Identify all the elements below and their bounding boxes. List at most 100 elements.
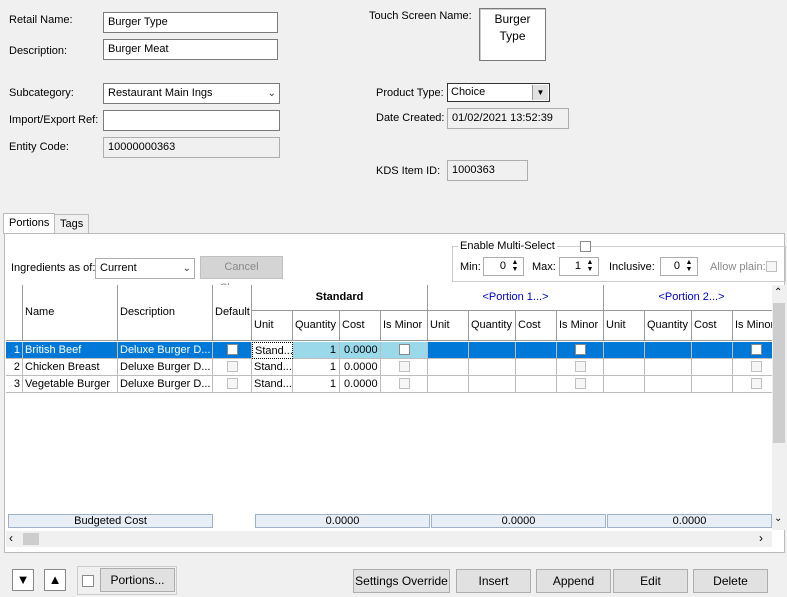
cell-cost[interactable] xyxy=(516,376,557,393)
ingredients-as-of-select[interactable]: Current ⌄ xyxy=(95,258,195,279)
insert-button[interactable]: Insert xyxy=(456,569,531,593)
tab-portions[interactable]: Portions xyxy=(3,213,56,234)
row-number[interactable]: 3 xyxy=(6,376,23,393)
chevron-up-icon[interactable]: ⌃ xyxy=(774,287,782,298)
column-header-name[interactable]: Name xyxy=(23,285,118,341)
cell-unit[interactable]: Stand... xyxy=(252,376,293,393)
cell-is-minor[interactable] xyxy=(733,376,773,393)
allow-plain-checkbox[interactable] xyxy=(766,261,777,272)
cell-cost[interactable]: 0.0000 xyxy=(340,376,381,393)
chevron-down-icon[interactable]: ⌄ xyxy=(774,513,782,524)
cell-description[interactable]: Deluxe Burger D... xyxy=(118,359,213,376)
import-export-input[interactable] xyxy=(103,110,280,131)
cell-default[interactable] xyxy=(213,376,252,393)
append-button[interactable]: Append xyxy=(536,569,611,593)
group-header-portion-1[interactable]: <Portion 1...> xyxy=(428,285,604,311)
cell-is-minor[interactable] xyxy=(557,342,604,359)
tab-tags[interactable]: Tags xyxy=(54,214,90,233)
row-number[interactable]: 2 xyxy=(6,359,23,376)
is-minor-checkbox[interactable] xyxy=(399,344,410,355)
edit-button[interactable]: Edit xyxy=(613,569,688,593)
is-minor-checkbox[interactable] xyxy=(751,378,762,389)
cell-unit[interactable] xyxy=(428,359,469,376)
cell-is-minor[interactable] xyxy=(733,359,773,376)
inclusive-stepper[interactable]: 0 ▲ ▼ xyxy=(660,257,698,276)
cell-cost[interactable] xyxy=(516,359,557,376)
cell-unit[interactable]: Stand... xyxy=(252,342,293,359)
column-header-description[interactable]: Description xyxy=(118,285,213,341)
portions-button[interactable]: Portions... xyxy=(100,568,175,592)
cell-cost[interactable] xyxy=(692,359,733,376)
portions-toggle-checkbox[interactable] xyxy=(82,575,94,587)
is-minor-checkbox[interactable] xyxy=(751,361,762,372)
cell-unit[interactable] xyxy=(604,359,645,376)
description-input[interactable]: Burger Meat xyxy=(103,39,278,60)
is-minor-checkbox[interactable] xyxy=(399,378,410,389)
cell-is-minor[interactable] xyxy=(557,376,604,393)
enable-multi-select-checkbox[interactable] xyxy=(580,241,591,252)
cell-unit[interactable] xyxy=(604,376,645,393)
cell-quantity[interactable]: 1 xyxy=(293,376,340,393)
cell-quantity[interactable] xyxy=(645,359,692,376)
cell-name[interactable]: Vegetable Burger xyxy=(23,376,118,393)
scrollbar-thumb[interactable] xyxy=(23,533,39,545)
settings-override-button[interactable]: Settings Override xyxy=(353,569,450,593)
delete-button[interactable]: Delete xyxy=(693,569,768,593)
cell-cost[interactable] xyxy=(516,342,557,359)
cell-is-minor[interactable] xyxy=(381,342,428,359)
cell-default[interactable] xyxy=(213,359,252,376)
column-header-default[interactable]: Default xyxy=(213,285,252,341)
move-down-button[interactable]: ▼ xyxy=(12,569,34,591)
cancel-changes-button[interactable]: Cancel Changes xyxy=(200,256,283,294)
cell-unit[interactable] xyxy=(428,342,469,359)
cell-is-minor[interactable] xyxy=(381,376,428,393)
cell-is-minor[interactable] xyxy=(381,359,428,376)
cell-cost[interactable]: 0.0000 xyxy=(340,342,381,359)
cell-quantity[interactable]: 1 xyxy=(293,359,340,376)
horizontal-scrollbar[interactable]: ‹ › xyxy=(6,531,772,547)
cell-unit[interactable] xyxy=(604,342,645,359)
is-minor-checkbox[interactable] xyxy=(575,378,586,389)
cell-is-minor[interactable] xyxy=(557,359,604,376)
move-up-button[interactable]: ▲ xyxy=(44,569,66,591)
cell-quantity[interactable] xyxy=(469,342,516,359)
cell-cost[interactable] xyxy=(692,376,733,393)
cell-name[interactable]: British Beef xyxy=(23,342,118,359)
cell-quantity[interactable] xyxy=(469,359,516,376)
vertical-scrollbar[interactable]: ⌃ ⌄ xyxy=(772,285,786,530)
cell-quantity[interactable] xyxy=(645,376,692,393)
scrollbar-thumb[interactable] xyxy=(773,303,785,443)
group-header-portion-2[interactable]: <Portion 2...> xyxy=(604,285,773,311)
cell-cost[interactable]: 0.0000 xyxy=(340,359,381,376)
max-stepper[interactable]: 1 ▲ ▼ xyxy=(559,257,599,276)
cell-unit[interactable]: Stand... xyxy=(252,359,293,376)
subcategory-select[interactable]: Restaurant Main Ings ⌄ xyxy=(103,83,280,104)
default-checkbox[interactable] xyxy=(227,361,238,372)
default-checkbox[interactable] xyxy=(227,344,238,355)
cell-description[interactable]: Deluxe Burger D... xyxy=(118,342,213,359)
min-stepper[interactable]: 0 ▲ ▼ xyxy=(483,257,524,276)
product-type-select[interactable]: Choice ▼ xyxy=(447,83,550,102)
cell-cost[interactable] xyxy=(692,342,733,359)
cell-is-minor[interactable] xyxy=(733,342,773,359)
is-minor-checkbox[interactable] xyxy=(575,361,586,372)
touch-screen-name-box[interactable]: Burger Type xyxy=(479,8,546,61)
cell-quantity[interactable]: 1 xyxy=(293,342,340,359)
spin-arrows-icon[interactable]: ▲ ▼ xyxy=(508,259,522,274)
spin-arrows-icon[interactable]: ▲ ▼ xyxy=(682,259,696,274)
is-minor-checkbox[interactable] xyxy=(751,344,762,355)
cell-default[interactable] xyxy=(213,342,252,359)
row-number[interactable]: 1 xyxy=(6,342,23,359)
spin-arrows-icon[interactable]: ▲ ▼ xyxy=(583,259,597,274)
is-minor-checkbox[interactable] xyxy=(575,344,586,355)
cell-description[interactable]: Deluxe Burger D... xyxy=(118,376,213,393)
cell-name[interactable]: Chicken Breast xyxy=(23,359,118,376)
cell-unit[interactable] xyxy=(428,376,469,393)
chevron-left-icon[interactable]: ‹ xyxy=(9,531,13,545)
default-checkbox[interactable] xyxy=(227,378,238,389)
cell-quantity[interactable] xyxy=(645,342,692,359)
is-minor-checkbox[interactable] xyxy=(399,361,410,372)
retail-name-input[interactable]: Burger Type xyxy=(103,12,278,33)
cell-quantity[interactable] xyxy=(469,376,516,393)
chevron-right-icon[interactable]: › xyxy=(759,531,763,545)
